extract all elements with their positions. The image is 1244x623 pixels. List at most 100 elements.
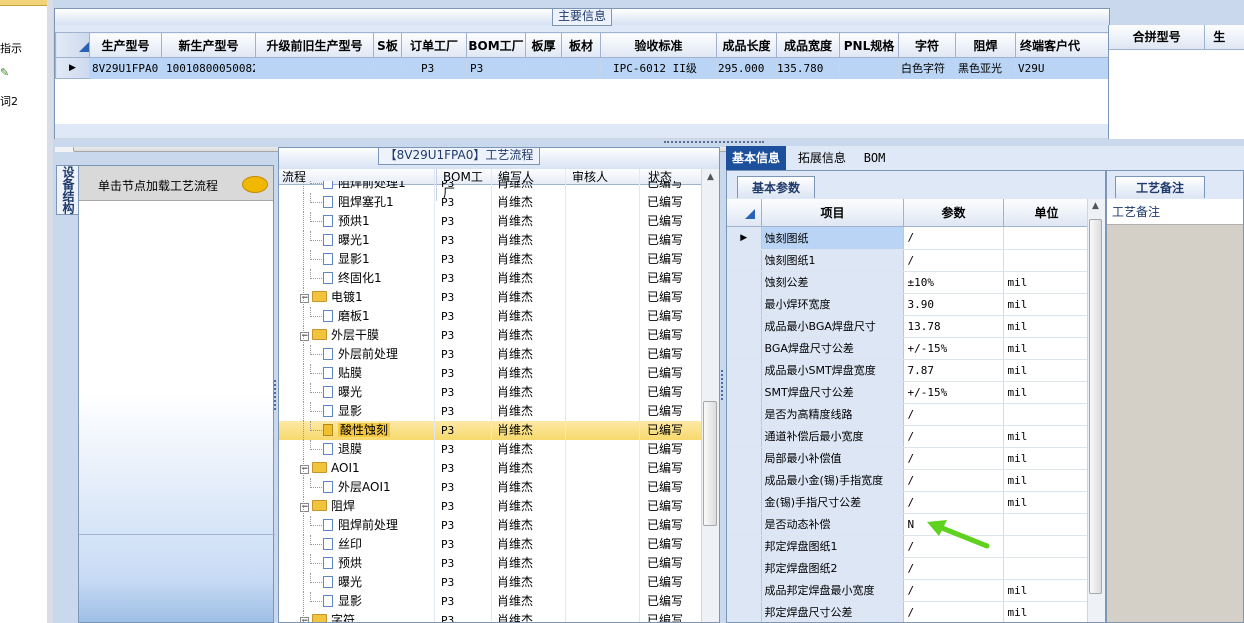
middle-collapse-grip[interactable] — [721, 370, 725, 400]
process-name-cell[interactable]: 预烘 — [323, 554, 362, 573]
param-row[interactable]: ▶ 蚀刻图纸 / — [727, 227, 1089, 250]
col-merge-extra[interactable]: 生 — [1204, 25, 1244, 49]
param-row-header[interactable] — [727, 337, 762, 360]
process-name-cell[interactable]: 显影 — [323, 592, 362, 611]
param-value[interactable]: / — [903, 557, 1004, 580]
process-row[interactable]: 阻焊前处理 P3 肖维杰 已编写 — [279, 516, 715, 535]
param-value[interactable]: ±10% — [903, 271, 1004, 294]
param-row[interactable]: 是否为高精度线路 / — [727, 403, 1089, 426]
process-name-cell[interactable]: − 外层干膜 — [300, 326, 379, 345]
col-item[interactable]: 项目 — [761, 199, 903, 227]
process-row[interactable]: 酸性蚀刻 P3 肖维杰 已编写 — [279, 421, 715, 440]
col-old-production-model[interactable]: 升级前旧生产型号 — [255, 32, 374, 58]
param-row-header[interactable] — [727, 403, 762, 426]
process-row[interactable]: − 电镀1 P3 肖维杰 已编写 — [279, 288, 715, 307]
param-value[interactable]: / — [903, 469, 1004, 492]
cell-solder-mask[interactable]: 黑色亚光 — [955, 57, 1016, 79]
collapse-toggle-icon[interactable]: − — [300, 465, 309, 474]
process-row[interactable]: 显影 P3 肖维杰 已编写 — [279, 592, 715, 611]
param-row-header[interactable] — [727, 513, 762, 536]
tab-equipment-structure[interactable]: 设备结构 — [56, 165, 78, 215]
process-name-cell[interactable]: 阻焊前处理 — [323, 516, 398, 535]
tab-process-notes[interactable]: 工艺备注 — [1115, 176, 1206, 198]
process-row[interactable]: 预烘 P3 肖维杰 已编写 — [279, 554, 715, 573]
param-row-header[interactable] — [727, 491, 762, 514]
col-production-model[interactable]: 生产型号 — [89, 32, 162, 58]
process-row[interactable]: − 阻焊 P3 肖维杰 已编写 — [279, 497, 715, 516]
nav-label-2[interactable]: 词2 — [0, 93, 18, 109]
cell-board-material[interactable] — [561, 57, 601, 79]
param-row-header[interactable] — [727, 557, 762, 580]
param-row-header[interactable] — [727, 315, 762, 338]
param-row-header[interactable] — [727, 579, 762, 602]
col-new-production-model[interactable]: 新生产型号 — [161, 32, 256, 58]
param-value[interactable]: / — [903, 249, 1004, 272]
cell-order-factory[interactable]: P3 — [401, 57, 467, 79]
cell-acceptance-standard[interactable]: IPC-6012 II级 — [600, 57, 717, 79]
param-row-header[interactable] — [727, 535, 762, 558]
process-row[interactable]: 外层前处理 P3 肖维杰 已编写 — [279, 345, 715, 364]
col-board-material[interactable]: 板材 — [561, 32, 601, 58]
cell-finished-width[interactable]: 135.780 — [776, 57, 840, 79]
process-row[interactable]: 预烘1 P3 肖维杰 已编写 — [279, 212, 715, 231]
col-solder-mask[interactable]: 阻焊 — [955, 32, 1016, 58]
cell-production-model[interactable]: 8V29U1FPA0 — [89, 57, 162, 79]
param-row[interactable]: 成品最小BGA焊盘尺寸 13.78 mil — [727, 315, 1089, 338]
process-name-cell[interactable]: 曝光 — [323, 573, 362, 592]
tab-bom[interactable]: BOM — [858, 146, 892, 170]
collapse-toggle-icon[interactable]: − — [300, 332, 309, 341]
process-row[interactable]: 阻焊塞孔1 P3 肖维杰 已编写 — [279, 193, 715, 212]
param-row[interactable]: 邦定焊盘图纸2/ — [727, 557, 1089, 580]
param-row[interactable]: 成品邦定焊盘最小宽度 / mil — [727, 579, 1089, 602]
param-row-header[interactable] — [727, 425, 762, 448]
splitter-grip[interactable] — [664, 139, 764, 143]
param-value[interactable]: / — [903, 227, 1004, 250]
param-row[interactable]: SMT焊盘尺寸公差 +/-15% mil — [727, 381, 1089, 404]
process-name-cell[interactable]: 外层AOI1 — [323, 478, 391, 497]
process-row[interactable]: 曝光 P3 肖维杰 已编写 — [279, 383, 715, 402]
process-name-cell[interactable]: − 电镀1 — [300, 288, 363, 307]
process-name-cell[interactable]: 阻焊塞孔1 — [323, 193, 394, 212]
process-row[interactable]: 阻焊前处理1 P3 肖维杰 已编写 — [279, 181, 715, 193]
process-row[interactable]: 曝光 P3 肖维杰 已编写 — [279, 573, 715, 592]
col-bom-factory[interactable]: BOM工厂 — [466, 32, 526, 58]
cell-bom-factory[interactable]: P3 — [466, 57, 526, 79]
cell-board-thickness[interactable] — [525, 57, 562, 79]
process-row[interactable]: 显影 P3 肖维杰 已编写 — [279, 402, 715, 421]
col-merge-model[interactable]: 合拼型号 — [1109, 25, 1204, 49]
process-name-cell[interactable]: − AOI1 — [300, 459, 360, 478]
param-row[interactable]: 邦定焊盘尺寸公差 / mil — [727, 601, 1089, 622]
process-name-cell[interactable]: 贴膜 — [323, 364, 362, 383]
param-value[interactable]: / — [903, 447, 1004, 470]
param-value[interactable]: +/-15% — [903, 337, 1004, 360]
param-row[interactable]: 蚀刻图纸1/ — [727, 249, 1089, 272]
col-unit[interactable]: 单位 — [1003, 199, 1089, 227]
process-name-cell[interactable]: 退膜 — [323, 440, 362, 459]
process-row[interactable]: 外层AOI1 P3 肖维杰 已编写 — [279, 478, 715, 497]
process-row[interactable]: 贴膜 P3 肖维杰 已编写 — [279, 364, 715, 383]
col-param[interactable]: 参数 — [903, 199, 1003, 227]
param-row-header[interactable] — [727, 469, 762, 492]
param-value[interactable]: 7.87 — [903, 359, 1004, 382]
param-row[interactable]: 局部最小补偿值 / mil — [727, 447, 1089, 470]
param-row[interactable]: 通道补偿后最小宽度 / mil — [727, 425, 1089, 448]
params-scroll-up-icon[interactable]: ▲ — [1092, 201, 1099, 211]
process-row[interactable]: 丝印 P3 肖维杰 已编写 — [279, 535, 715, 554]
collapse-toggle-icon[interactable]: − — [300, 617, 309, 622]
process-name-cell[interactable]: 丝印 — [323, 535, 362, 554]
param-value[interactable]: +/-15% — [903, 381, 1004, 404]
param-row-header[interactable] — [727, 447, 762, 470]
process-row[interactable]: 显影1 P3 肖维杰 已编写 — [279, 250, 715, 269]
collapse-toggle-icon[interactable]: − — [300, 503, 309, 512]
process-row[interactable]: 终固化1 P3 肖维杰 已编写 — [279, 269, 715, 288]
col-pnl-spec[interactable]: PNL规格 — [839, 32, 899, 58]
process-name-cell[interactable]: 曝光1 — [323, 231, 370, 250]
process-row[interactable]: − 字符 P3 肖维杰 已编写 — [279, 611, 715, 622]
process-name-cell[interactable]: 外层前处理 — [323, 345, 398, 364]
nav-label-1[interactable]: 指示 — [0, 40, 22, 56]
process-vertical-scrollbar[interactable]: ▲ — [701, 169, 719, 622]
tab-extended-info[interactable]: 拓展信息 — [792, 146, 852, 170]
param-value[interactable]: / — [903, 491, 1004, 514]
process-row[interactable]: 退膜 P3 肖维杰 已编写 — [279, 440, 715, 459]
process-name-cell[interactable]: 磨板1 — [323, 307, 370, 326]
